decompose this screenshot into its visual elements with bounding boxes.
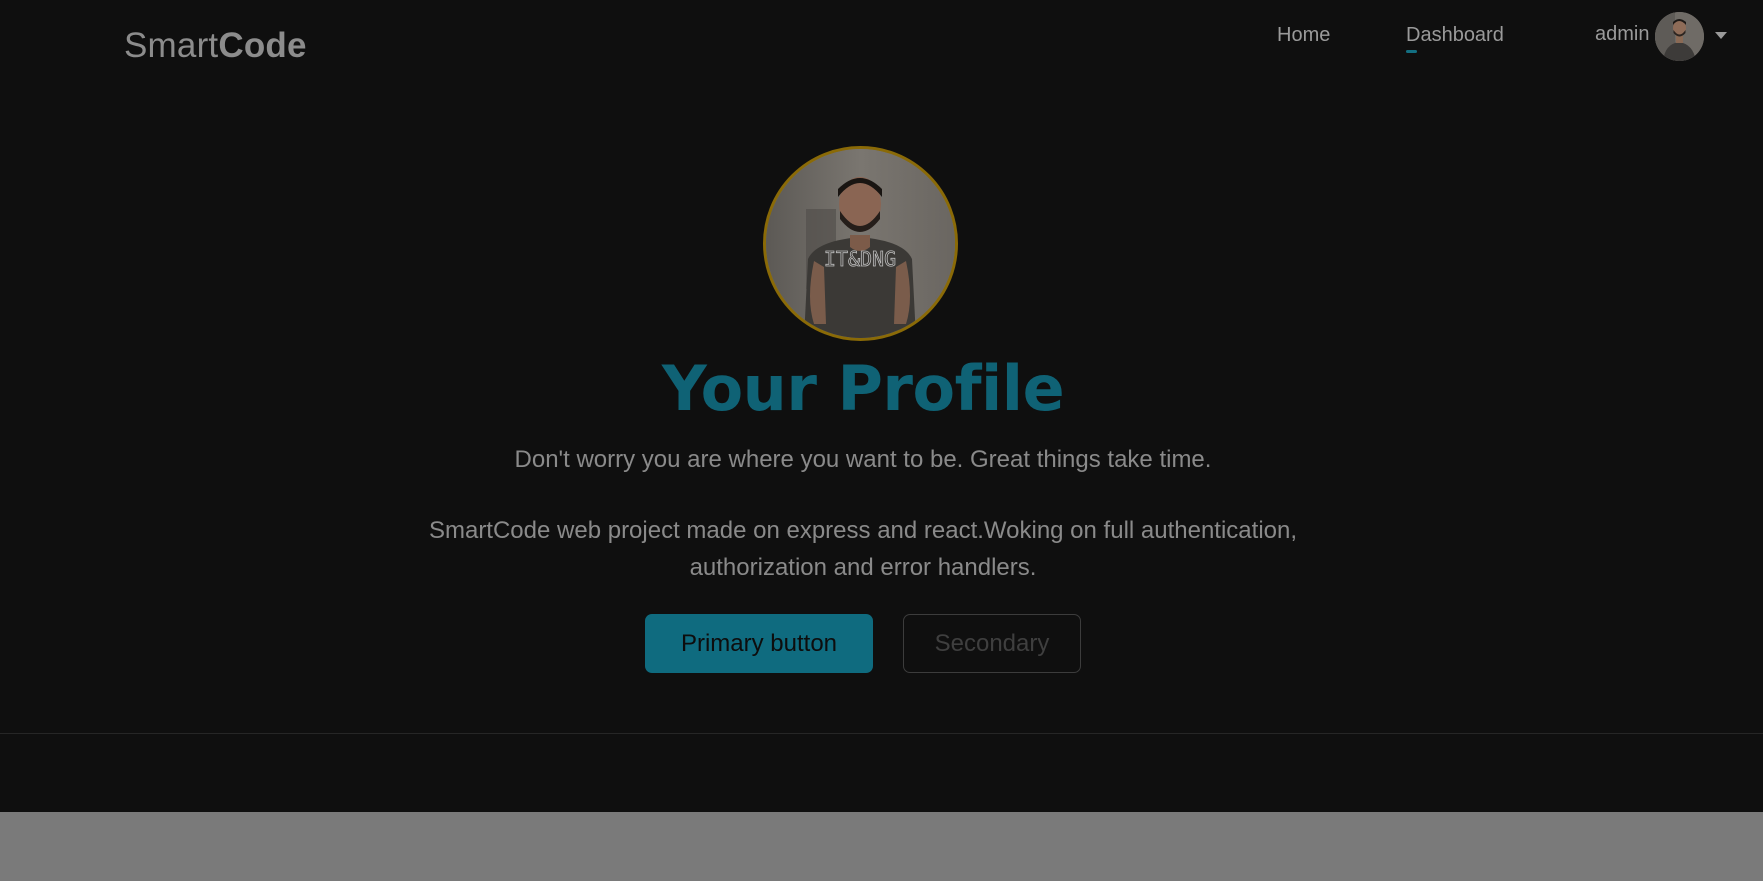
user-name[interactable]: admin [1595, 23, 1649, 46]
primary-button[interactable]: Primary button [645, 614, 873, 673]
page-title: Your Profile [661, 352, 1065, 425]
active-nav-indicator [1406, 50, 1417, 53]
nav-dashboard-link[interactable]: Dashboard [1406, 24, 1504, 47]
user-avatar[interactable] [1655, 12, 1704, 61]
brand-bold-text: Code [218, 26, 307, 65]
secondary-button[interactable]: Secondary [903, 614, 1081, 673]
brand-logo[interactable]: SmartCode [124, 26, 307, 66]
nav-home-link[interactable]: Home [1277, 24, 1330, 47]
tagline-text: Don't worry you are where you want to be… [514, 446, 1212, 473]
page: SmartCode Home Dashboard admin IT&DNG Yo… [0, 0, 1763, 812]
chevron-down-icon[interactable] [1715, 32, 1727, 39]
footer-divider [0, 733, 1763, 734]
shirt-print: IT&DNG [824, 247, 896, 271]
description-text: SmartCode web project made on express an… [428, 517, 1298, 581]
profile-avatar: IT&DNG [763, 146, 958, 341]
brand-light-text: Smart [124, 26, 219, 65]
